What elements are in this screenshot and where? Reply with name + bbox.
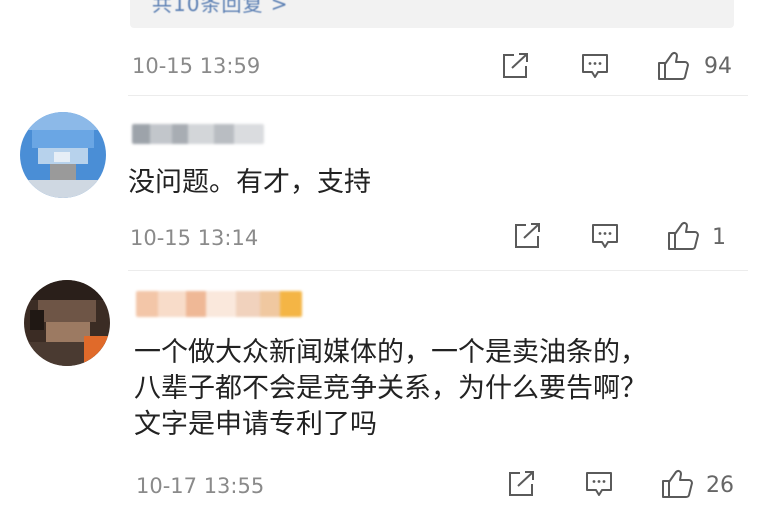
comment-icon[interactable] [580,52,610,80]
username-pixelated[interactable] [136,291,302,317]
share-icon[interactable] [506,470,536,498]
comment-icon[interactable] [590,222,620,250]
comment-line: 八辈子都不会是竞争关系，为什么要告啊？ [134,373,647,404]
comment-line: 一个做大众新闻媒体的，一个是卖油条的， [134,337,647,368]
comment-line: 文字是申请专利了吗 [134,409,377,440]
comment-time: 10-15 13:14 [130,226,259,250]
comment-line: 没问题。有才，支持 [128,167,371,198]
like-count: 26 [706,473,734,498]
like-icon[interactable] [660,468,694,500]
comment-text: 没问题。有才，支持 [128,165,371,201]
comment-text: 一个做大众新闻媒体的，一个是卖油条的， 八辈子都不会是竞争关系，为什么要告啊？ … [134,335,647,443]
avatar[interactable] [24,280,110,366]
comment-time: 10-15 13:59 [132,54,261,78]
divider [128,95,748,96]
like-count: 1 [712,225,726,250]
like-icon[interactable] [666,220,700,252]
divider [128,270,748,271]
comment-icon[interactable] [584,470,614,498]
comment-time: 10-17 13:55 [136,474,265,498]
share-icon[interactable] [512,222,542,250]
username-pixelated[interactable] [132,124,264,144]
like-count: 94 [704,54,732,79]
share-icon[interactable] [500,52,530,80]
reply-summary-box[interactable]: 共10条回复 > [130,0,734,28]
like-icon[interactable] [656,50,690,82]
avatar[interactable] [20,112,106,198]
reply-summary-link[interactable]: 共10条回复 > [152,0,289,17]
